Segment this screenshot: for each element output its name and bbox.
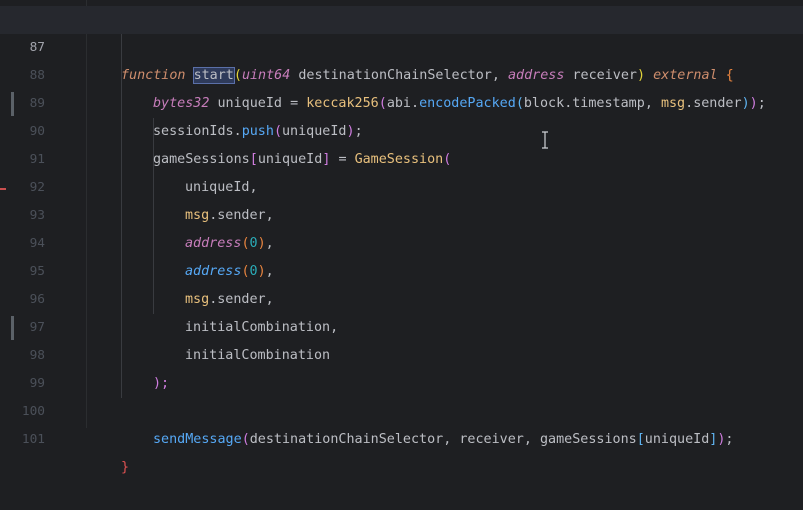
code-line-98[interactable]: 98 ); [0, 314, 803, 391]
identifier: destinationChainSelector [249, 432, 444, 447]
bracket: [ [636, 432, 645, 447]
code-line-101[interactable]: 101 } [0, 398, 803, 475]
code-editor[interactable]: 87 function start(uint64 destinationChai… [0, 0, 803, 475]
line-number: 101 [21, 432, 45, 447]
code-line-94[interactable]: 94 address(0), [0, 202, 803, 279]
code-line-96[interactable]: 96 initialCombination, [0, 258, 803, 335]
code-line-90[interactable]: 90 gameSessions[uniqueId] = GameSession( [0, 90, 803, 167]
text-cursor-icon [542, 131, 548, 149]
paren: ( [241, 432, 250, 447]
code-line-97[interactable]: 97 initialCombination [0, 286, 803, 363]
code-line-88[interactable]: 88 bytes32 uniqueId = keccak256(abi.enco… [0, 34, 803, 111]
function-call: sendMessage [153, 432, 242, 447]
identifier: uniqueId [644, 432, 710, 447]
bracket: ] [709, 432, 718, 447]
code-line-87[interactable]: 87 function start(uint64 destinationChai… [0, 6, 803, 84]
code-text: } [121, 460, 130, 475]
code-line-95[interactable]: 95 msg.sender, [0, 230, 803, 307]
identifier: gameSessions [539, 432, 637, 447]
code-line-99[interactable]: 99 [0, 342, 803, 391]
code-line-91[interactable]: 91 uniqueId, [0, 118, 803, 195]
identifier: receiver [459, 432, 524, 447]
code-line-92[interactable]: 92 msg.sender, [0, 146, 803, 223]
paren: ) [717, 432, 726, 447]
code-line-100[interactable]: 100 sendMessage(destinationChainSelector… [0, 370, 803, 447]
code-line-89[interactable]: 89 sessionIds.push(uniqueId); [0, 62, 803, 139]
code-line-93[interactable]: 93 address(0), [0, 174, 803, 251]
